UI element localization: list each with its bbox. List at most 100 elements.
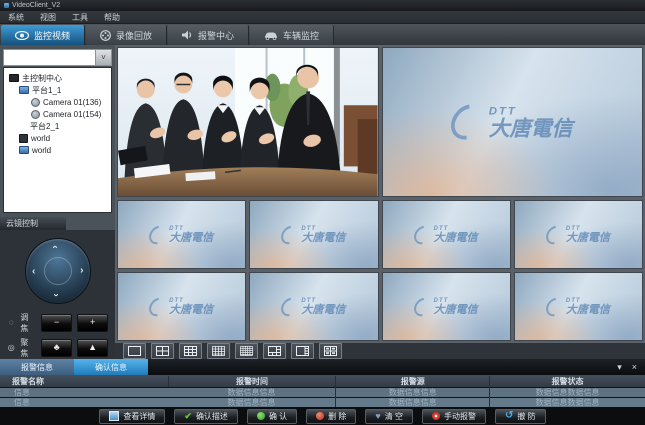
alarm-tab-bar: 报警信息 确认信息 ▾ ×	[0, 359, 645, 375]
video-wall: DTT 大唐電信 DTT大唐電信 DTT大唐電信 DTT大唐電信 DTT大唐電信…	[115, 45, 645, 343]
dtt-logo: DTT大唐電信	[547, 297, 610, 317]
button-label: 手动报警	[444, 411, 476, 422]
crescent-icon	[146, 222, 171, 248]
clear-icon: ♥	[375, 411, 380, 421]
ptz-up-arrow[interactable]: ›	[50, 245, 60, 248]
video-cell[interactable]: DTT大唐電信	[382, 272, 511, 341]
clear-button[interactable]: ♥ 清 空	[365, 409, 413, 424]
layout-9-button[interactable]	[179, 343, 202, 359]
grid-4-icon	[156, 346, 169, 356]
tree-item-label: Camera 01(154)	[43, 110, 101, 119]
logo-name: 大唐電信	[301, 232, 345, 243]
layout-1-button[interactable]	[123, 343, 146, 359]
delete-button[interactable]: 删 除	[306, 409, 356, 424]
video-cell[interactable]: DTT大唐電信	[117, 200, 246, 269]
video-cell[interactable]: DTT大唐電信	[249, 272, 378, 341]
ptz-right-arrow[interactable]: ›	[80, 266, 83, 276]
menu-tools[interactable]: 工具	[72, 12, 88, 23]
video-cell[interactable]: DTT大唐電信	[249, 200, 378, 269]
host-dark-icon	[19, 134, 28, 143]
dtt-logo: DTT 大唐電信	[452, 103, 572, 141]
logo-name: 大唐電信	[566, 304, 610, 315]
film-reel-icon	[100, 30, 111, 41]
ptz-left-arrow[interactable]: ›	[32, 266, 35, 276]
tree-item-world-2[interactable]: world	[4, 144, 111, 156]
collapse-panel-icon[interactable]: ▾	[617, 362, 622, 373]
disarm-icon: ↺	[505, 412, 513, 420]
col-alarm-time: 报警时间	[168, 376, 336, 387]
manual-alarm-button[interactable]: 手动报警	[422, 409, 486, 424]
zoom-in-button[interactable]: +	[77, 314, 108, 332]
table-row[interactable]: 信息 数据信息信息 数据信息信息 数据信息数据信息	[0, 388, 645, 397]
tab-alarm-info[interactable]: 报警信息	[0, 359, 74, 375]
table-row[interactable]: 信息 数据信息信息 数据信息信息 数据信息数据信息	[0, 398, 645, 407]
device-combo[interactable]: ˅	[3, 49, 112, 66]
button-label: 清 空	[385, 411, 403, 422]
layout-25-button[interactable]	[235, 343, 258, 359]
logo-name: 大唐電信	[489, 117, 573, 138]
manual-alarm-icon	[432, 412, 440, 420]
tab-alarm-center[interactable]: 报警中心	[168, 25, 249, 45]
menu-view[interactable]: 视图	[40, 12, 56, 23]
camera-icon	[31, 98, 40, 107]
layout-4-button[interactable]	[151, 343, 174, 359]
layout-1plus7-button[interactable]	[291, 343, 314, 359]
alarm-panel: 报警信息 确认信息 ▾ × 报警名称 报警时间 报警源 报警状态 信息 数据信息…	[0, 359, 645, 407]
dtt-logo: DTT大唐電信	[150, 297, 213, 317]
confirm-description-button[interactable]: ✔ 确认描述	[174, 409, 238, 424]
tab-monitor-video[interactable]: 监控视频	[1, 25, 85, 45]
tree-item-platform1[interactable]: 平台1_1	[4, 84, 111, 96]
footer-toolbar: 查看详情 ✔ 确认描述 确 认 删 除 ♥ 清 空 手动报警 ↺ 撤 防	[0, 407, 645, 425]
crescent-icon	[278, 222, 303, 248]
view-details-button[interactable]: 查看详情	[99, 409, 165, 424]
col-alarm-name: 报警名称	[0, 376, 168, 387]
close-panel-icon[interactable]: ×	[632, 362, 637, 372]
tree-item-label: 主控制中心	[22, 73, 62, 84]
layout-1plus5-button[interactable]	[263, 343, 286, 359]
confirm-button[interactable]: 确 认	[247, 409, 297, 424]
focus-row: ◎ 聚焦 ♣ ▲	[0, 335, 115, 360]
tab-playback[interactable]: 录像回放	[86, 25, 167, 45]
crescent-icon	[444, 98, 492, 147]
dtt-logo: DTT大唐電信	[150, 225, 213, 245]
tree-item-world-1[interactable]: world	[4, 132, 111, 144]
eye-icon	[15, 31, 29, 40]
zoom-out-button[interactable]: −	[41, 314, 72, 332]
menu-system[interactable]: 系统	[8, 12, 24, 23]
ptz-dpad[interactable]: › › › ›	[25, 238, 91, 304]
tree-item-platform2[interactable]: 平台2_1	[4, 120, 111, 132]
tree-item-label: Camera 01(136)	[43, 98, 101, 107]
layout-16-button[interactable]	[207, 343, 230, 359]
disarm-button[interactable]: ↺ 撤 防	[495, 409, 546, 424]
tree-item-label: 平台1_1	[32, 85, 61, 96]
car-icon	[264, 31, 278, 40]
tab-vehicle-monitor[interactable]: 车辆监控	[250, 25, 334, 45]
device-tree: 主控制中心 平台1_1 Camera 01(136) Camera 01(154…	[3, 67, 112, 213]
focus-near-button[interactable]: ♣	[41, 339, 72, 357]
video-cell[interactable]: DTT大唐電信	[382, 200, 511, 269]
layout-8-button[interactable]	[319, 343, 342, 359]
tab-confirm-info[interactable]: 确认信息	[74, 359, 148, 375]
tab-label: 监控视频	[34, 29, 70, 42]
app-logo-icon	[4, 3, 9, 8]
video-cell-live[interactable]	[117, 47, 379, 197]
menu-help[interactable]: 帮助	[104, 12, 120, 23]
tree-item-main-center[interactable]: 主控制中心	[4, 72, 111, 84]
confirm-dot-icon	[257, 412, 265, 420]
tab-label: 报警中心	[198, 29, 234, 42]
speaker-icon	[182, 30, 193, 40]
ptz-down-arrow[interactable]: ›	[50, 293, 60, 296]
video-cell[interactable]: DTT大唐電信	[117, 272, 246, 341]
tree-item-camera-154[interactable]: Camera 01(154)	[4, 108, 111, 120]
video-cell[interactable]: DTT大唐電信	[514, 272, 643, 341]
video-cell[interactable]: DTT大唐電信	[514, 200, 643, 269]
button-label: 删 除	[328, 411, 346, 422]
focus-far-button[interactable]: ▲	[77, 339, 108, 357]
tree-item-label: world	[32, 146, 51, 155]
button-label: 确认描述	[196, 411, 228, 422]
logo-name: 大唐電信	[169, 304, 213, 315]
video-cell-logo[interactable]: DTT 大唐電信	[382, 47, 644, 197]
tree-item-camera-136[interactable]: Camera 01(136)	[4, 96, 111, 108]
crescent-icon	[278, 294, 303, 320]
chevron-down-icon[interactable]: ˅	[95, 50, 111, 65]
